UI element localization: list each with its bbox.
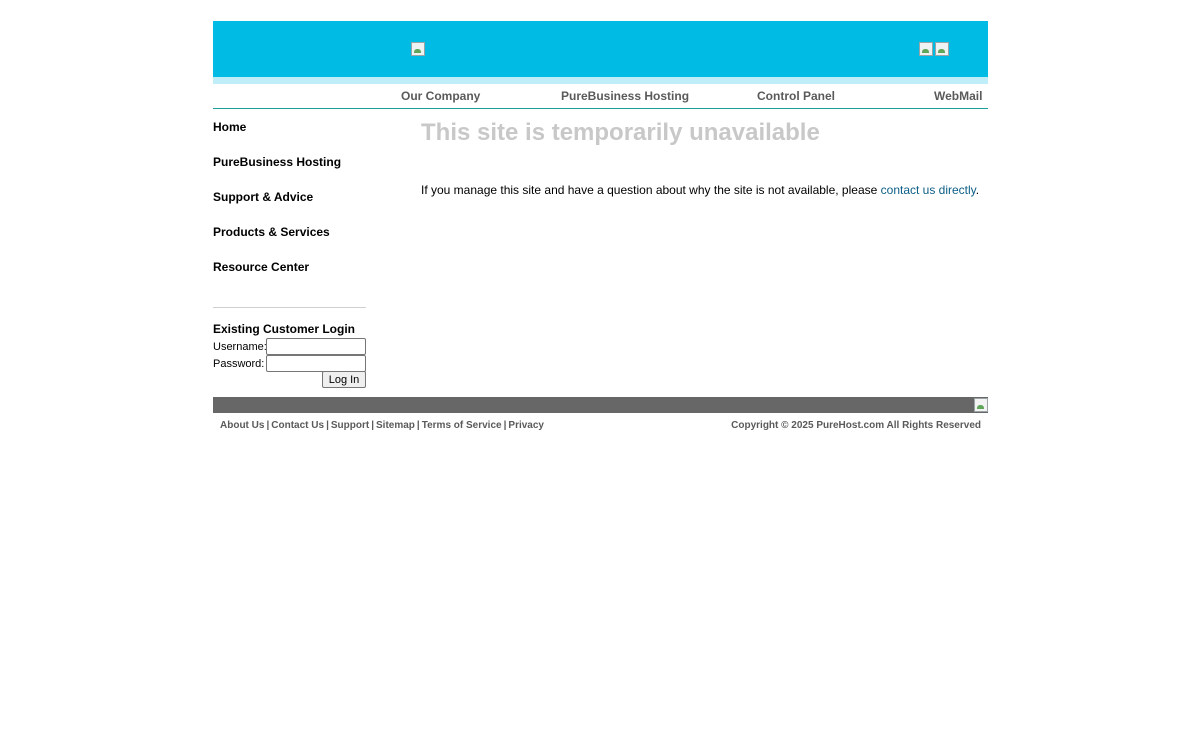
- sidebar-item-resource-center[interactable]: Resource Center: [213, 260, 309, 274]
- password-label: Password:: [213, 358, 265, 370]
- topnav-webmail[interactable]: WebMail: [934, 89, 982, 103]
- corner-broken-image-icon[interactable]: [919, 42, 933, 56]
- sidebar-item-support-advice[interactable]: Support & Advice: [213, 190, 313, 204]
- footer-separator: |: [416, 420, 420, 431]
- header-banner: [213, 21, 988, 77]
- footer-link-contact-us[interactable]: Contact Us: [271, 420, 324, 431]
- message-suffix: .: [975, 183, 980, 197]
- username-row: Username:: [213, 338, 366, 355]
- footer-separator: |: [371, 420, 375, 431]
- content-area: Home PureBusiness Hosting Support & Advi…: [213, 109, 988, 397]
- footer-link-about-us[interactable]: About Us: [220, 420, 264, 431]
- header-strip: [213, 77, 988, 84]
- footer-link-sitemap[interactable]: Sitemap: [376, 420, 415, 431]
- username-label: Username:: [213, 341, 267, 353]
- sidebar-item-home[interactable]: Home: [213, 120, 246, 134]
- topnav-our-company[interactable]: Our Company: [401, 89, 480, 103]
- message-text: If you manage this site and have a quest…: [421, 183, 881, 197]
- password-row: Password:: [213, 355, 366, 372]
- login-title: Existing Customer Login: [213, 322, 356, 336]
- footer-link-terms-of-service[interactable]: Terms of Service: [422, 420, 502, 431]
- logo-broken-image-icon[interactable]: [411, 42, 425, 56]
- sidebar-item-products-services[interactable]: Products & Services: [213, 225, 330, 239]
- topnav-purebusiness-hosting[interactable]: PureBusiness Hosting: [561, 89, 689, 103]
- login-button[interactable]: Log In: [322, 371, 366, 388]
- footer-link-support[interactable]: Support: [331, 420, 369, 431]
- footer-separator: |: [326, 420, 329, 431]
- password-input[interactable]: [266, 355, 366, 372]
- topnav-control-panel[interactable]: Control Panel: [757, 89, 835, 103]
- footer-bar: [213, 397, 988, 413]
- corner-broken-image-icon[interactable]: [935, 42, 949, 56]
- username-input[interactable]: [266, 338, 366, 355]
- copyright-text: Copyright © 2025 PureHost.com All Rights…: [731, 420, 981, 431]
- page-title: This site is temporarily unavailable: [421, 119, 820, 146]
- top-navigation: Our Company PureBusiness Hosting Control…: [213, 84, 988, 109]
- sidebar-item-purebusiness-hosting[interactable]: PureBusiness Hosting: [213, 155, 341, 169]
- page-container: Our Company PureBusiness Hosting Control…: [213, 21, 988, 439]
- sidebar-divider: [213, 307, 366, 308]
- footer-navigation: About Us | Contact Us | Support | Sitemap | Term…: [220, 420, 544, 431]
- footer-broken-image-icon[interactable]: [974, 398, 988, 412]
- unavailable-message: If you manage this site and have a quest…: [421, 183, 979, 197]
- footer-link-privacy[interactable]: Privacy: [508, 420, 544, 431]
- contact-us-link[interactable]: contact us directly: [881, 183, 976, 197]
- footer: About Us | Contact Us | Support | Sitemap | Term…: [213, 413, 988, 439]
